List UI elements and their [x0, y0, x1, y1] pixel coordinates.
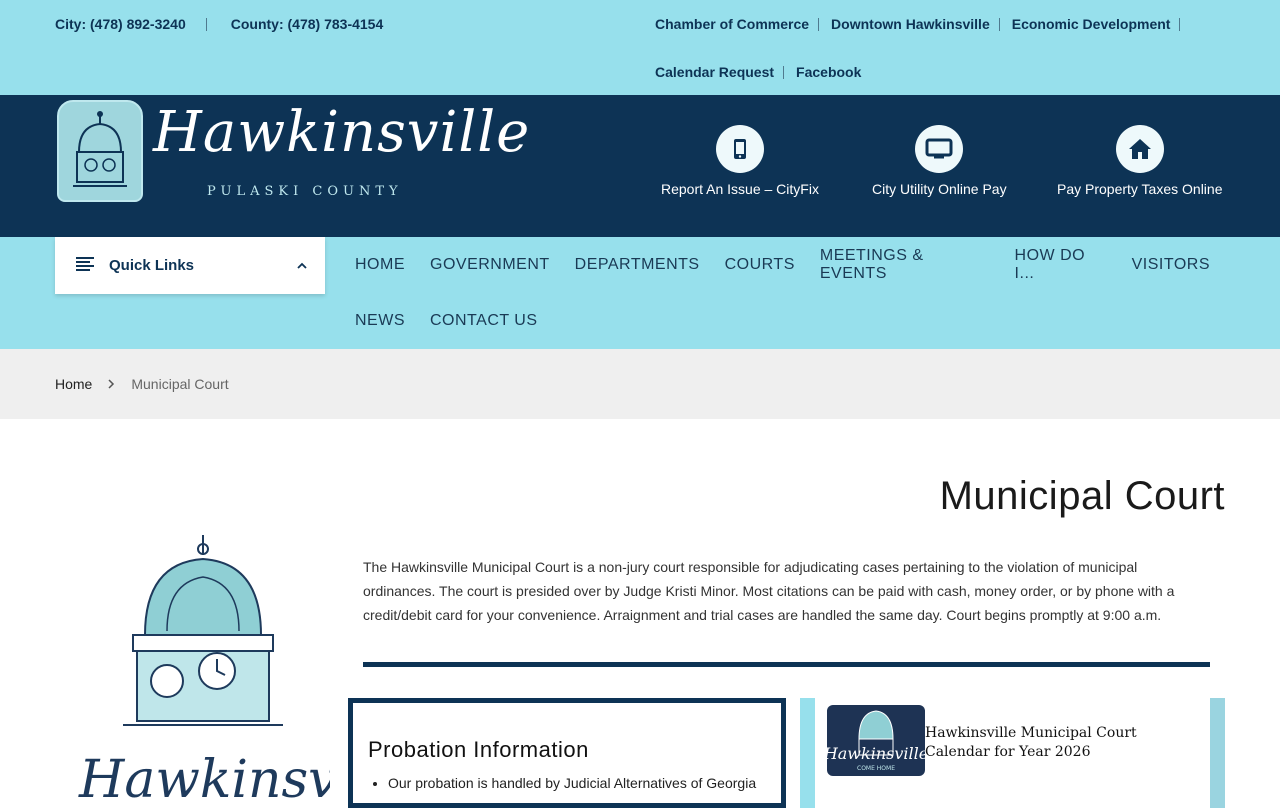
nav-how-do-i[interactable]: HOW DO I... [1015, 247, 1107, 283]
report-issue-label: Report An Issue – CityFix [661, 181, 819, 197]
top-links: Chamber of Commerce Downtown Hawkinsvill… [655, 0, 1215, 96]
thumbnail-wordmark: Hawkinsville [825, 744, 927, 763]
site-logo[interactable]: Hawkinsville PULASKI COUNTY [57, 100, 529, 202]
breadcrumb: Home Municipal Court [0, 349, 1280, 419]
utility-pay-label: City Utility Online Pay [872, 181, 1007, 197]
courthouse-badge-icon [57, 100, 143, 202]
calendar-link-text: Hawkinsville Municipal Court Calendar fo… [925, 724, 1137, 762]
section-divider [363, 662, 1210, 667]
monitor-icon [915, 125, 964, 173]
site-header: Hawkinsville PULASKI COUNTY Report An Is… [0, 95, 1280, 237]
nav-visitors[interactable]: VISITORS [1132, 256, 1210, 274]
probation-card: Probation Information Our probation is h… [348, 698, 786, 808]
court-calendar-card[interactable]: Hawkinsville COME HOME Hawkinsville Muni… [800, 698, 1225, 808]
nav-government[interactable]: GOVERNMENT [430, 256, 550, 274]
intro-paragraph: The Hawkinsville Municipal Court is a no… [363, 559, 1175, 623]
calendar-thumbnail: Hawkinsville COME HOME [823, 703, 928, 778]
sidebar-logo-wordmark: Hawkinsville [78, 750, 330, 800]
nav-home[interactable]: HOME [355, 256, 405, 274]
home-icon [1115, 125, 1164, 173]
probation-heading: Probation Information [368, 737, 589, 762]
economic-development-link[interactable]: Economic Development [1012, 16, 1193, 32]
logo-subtitle: PULASKI COUNTY [207, 184, 403, 199]
probation-list: Our probation is handled by Judicial Alt… [368, 775, 766, 791]
logo-wordmark: Hawkinsville [153, 100, 531, 165]
nav-meetings-events[interactable]: MEETINGS & EVENTS [820, 247, 990, 283]
chevron-right-icon [108, 376, 115, 392]
hawkinsville-sidebar-logo: Hawkinsville [75, 535, 418, 808]
utility-pay-quick-link[interactable]: City Utility Online Pay [872, 125, 1007, 197]
city-phone-link[interactable]: City: (478) 892-3240 [55, 16, 186, 32]
calendar-request-link[interactable]: Calendar Request [655, 64, 796, 80]
downtown-hawkinsville-link[interactable]: Downtown Hawkinsville [831, 16, 1012, 32]
phone-numbers: City: (478) 892-3240 County: (478) 783-4… [55, 16, 383, 32]
calendar-line-1: Hawkinsville Municipal Court [925, 725, 1137, 741]
nav-menu: HOME GOVERNMENT DEPARTMENTS COURTS MEETI… [355, 237, 1235, 349]
breadcrumb-current: Municipal Court [131, 376, 229, 392]
phone-icon [715, 125, 764, 173]
facebook-link[interactable]: Facebook [796, 64, 861, 80]
nav-departments[interactable]: DEPARTMENTS [575, 256, 700, 274]
list-item: Our probation is handled by Judicial Alt… [388, 775, 766, 791]
quick-links-toggle[interactable]: Quick Links [55, 237, 325, 294]
nav-courts[interactable]: COURTS [725, 256, 795, 274]
breadcrumb-home-link[interactable]: Home [55, 376, 92, 392]
calendar-line-2: Calendar for Year 2026 [925, 744, 1091, 760]
report-issue-quick-link[interactable]: Report An Issue – CityFix [661, 125, 819, 197]
property-taxes-quick-link[interactable]: Pay Property Taxes Online [1057, 125, 1223, 197]
nav-news[interactable]: NEWS [355, 312, 405, 330]
property-taxes-label: Pay Property Taxes Online [1057, 181, 1223, 197]
divider [205, 17, 207, 31]
county-phone-link[interactable]: County: (478) 783-4154 [231, 16, 384, 32]
main-navigation: Quick Links HOME GOVERNMENT DEPARTMENTS … [0, 237, 1280, 349]
page-title: Municipal Court [939, 474, 1225, 518]
top-utility-bar: City: (478) 892-3240 County: (478) 783-4… [0, 0, 1280, 95]
chamber-of-commerce-link[interactable]: Chamber of Commerce [655, 16, 831, 32]
chevron-up-icon [297, 257, 307, 274]
quick-links-label: Quick Links [109, 257, 195, 274]
list-icon [75, 256, 95, 276]
nav-contact-us[interactable]: CONTACT US [430, 312, 538, 330]
thumbnail-subtitle: COME HOME [857, 765, 895, 772]
